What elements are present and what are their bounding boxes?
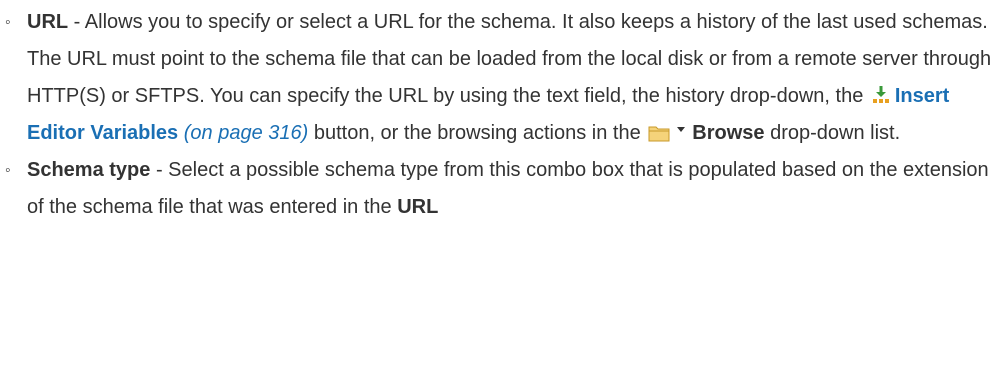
option-term-schema-type: Schema type	[27, 159, 151, 181]
option-schema-type: ◦ Schema type - Select a possible schema…	[0, 152, 1003, 226]
list-bullet: ◦	[5, 162, 11, 179]
option-url-description: Allows you to specify or select a URL fo…	[27, 11, 992, 107]
folder-icon	[648, 124, 670, 142]
option-schema-type-description: Select a possible schema type from this …	[27, 159, 989, 218]
page-reference-link[interactable]: (on page 316)	[184, 122, 309, 144]
browse-label: Browse	[692, 122, 765, 144]
option-term-url-ref: URL	[397, 196, 439, 218]
list-bullet: ◦	[5, 14, 11, 31]
dropdown-arrow-icon	[676, 124, 686, 142]
insert-editor-variables-icon	[871, 85, 891, 105]
option-url: ◦ URL - Allows you to specify or select …	[0, 4, 1003, 152]
option-url-description-3: drop-down list.	[764, 122, 901, 144]
option-separator: -	[150, 159, 169, 181]
options-list: ◦ URL - Allows you to specify or select …	[0, 4, 1003, 226]
option-url-description-2: button, or the browsing actions in the	[308, 122, 647, 144]
option-separator: -	[68, 11, 85, 33]
documentation-page: ◦ URL - Allows you to specify or select …	[0, 4, 1003, 369]
option-term-url: URL	[27, 11, 69, 33]
